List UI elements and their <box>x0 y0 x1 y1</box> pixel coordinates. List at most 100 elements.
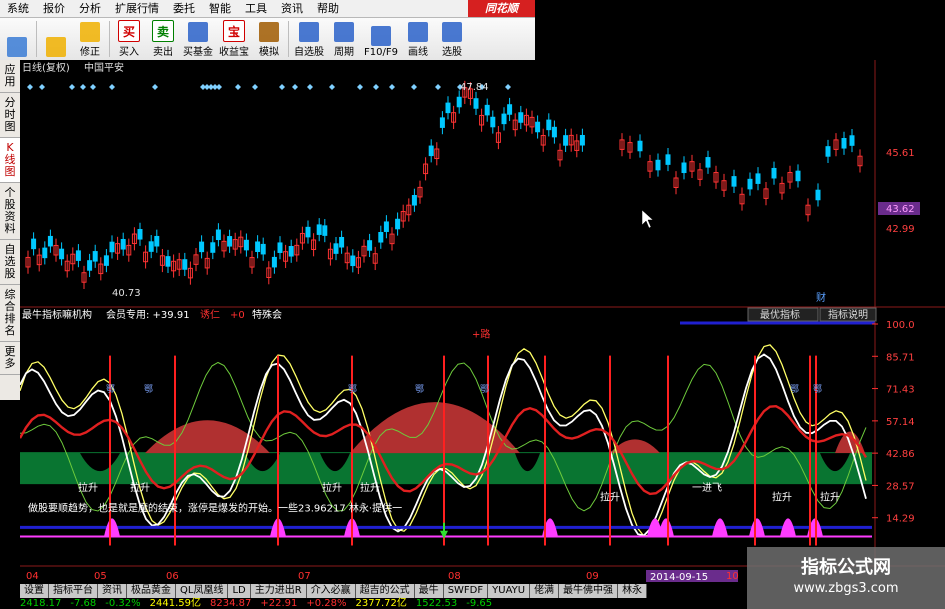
indicator-tag: 鄂 <box>813 384 822 395</box>
toolbar-button-1[interactable] <box>39 18 73 60</box>
quote-value: 2441.59亿 <box>149 598 201 609</box>
candle-body <box>507 104 513 115</box>
bottom-tabs: 设置 指标平台 资讯 极品黄金 QL凤凰线 LD 主力进出R 介入必赢 超吉的公式 最牛 SWFDF… <box>20 584 648 598</box>
toolbar-separator <box>288 21 289 57</box>
candle-body <box>47 235 53 247</box>
up-down-arrow-icon <box>80 22 100 42</box>
bottom-tab-2[interactable]: 资讯 <box>98 584 127 598</box>
side-tab-2[interactable]: K线图 <box>0 138 20 183</box>
indicator-axis-label: 85.71 <box>886 352 915 363</box>
toolbar-button-7[interactable]: 模拟 <box>252 18 286 60</box>
candle-body <box>546 119 552 131</box>
candle-body <box>255 241 261 253</box>
menu-item-7[interactable]: 资讯 <box>274 0 310 17</box>
menu-item-3[interactable]: 扩展行情 <box>108 0 166 17</box>
toolbar-button-9[interactable]: 周期 <box>327 18 361 60</box>
candle-body <box>518 112 524 123</box>
f10-icon <box>370 26 391 46</box>
bottom-tab-8[interactable]: 超吉的公式 <box>355 584 415 598</box>
bottom-tab-10[interactable]: SWFDF <box>443 584 489 598</box>
treasure-icon: 宝 <box>223 20 245 42</box>
toolbar-button-8[interactable]: 自选股 <box>291 18 327 60</box>
toolbar-button-0[interactable] <box>0 18 34 60</box>
quote-value: +22.91 <box>260 598 298 609</box>
candle-body <box>31 238 37 250</box>
side-tab-0[interactable]: 应用 <box>0 60 20 93</box>
bottom-tab-1[interactable]: 指标平台 <box>49 584 98 598</box>
menu-item-0[interactable]: 系统 <box>0 0 36 17</box>
bottom-tab-7[interactable]: 介入必赢 <box>306 584 356 598</box>
bottom-tab-12[interactable]: 佬满 <box>530 584 560 598</box>
bottom-tab-0[interactable]: 设置 <box>20 584 49 598</box>
menu-item-5[interactable]: 智能 <box>202 0 238 17</box>
candle-body <box>681 162 687 174</box>
sell-icon: 卖 <box>152 20 174 42</box>
toolbar-button-3[interactable]: 买买入 <box>112 18 146 60</box>
toolbar-button-4[interactable]: 卖卖出 <box>146 18 180 60</box>
indicator-axis-label: 14.29 <box>886 514 915 525</box>
indicator-lift-label: 一进飞 <box>692 482 722 494</box>
menu-item-2[interactable]: 分析 <box>72 0 108 17</box>
side-tab-char: 多 <box>4 357 16 370</box>
candle-body <box>227 236 233 247</box>
candle-body <box>271 256 277 268</box>
candle-body <box>771 167 777 179</box>
candle-body <box>243 239 249 251</box>
month-label: 07 <box>298 571 311 582</box>
toolbar-button-label: 模拟 <box>259 47 279 58</box>
menu-item-4[interactable]: 委托 <box>166 0 202 17</box>
bottom-tab-14[interactable]: 林永 <box>618 584 648 598</box>
side-tab-5[interactable]: 综合排名 <box>0 285 20 342</box>
side-tab-6[interactable]: 更多 <box>0 342 20 375</box>
menu-item-8[interactable]: 帮助 <box>310 0 346 17</box>
bottom-tab-11[interactable]: YUAYU <box>488 584 531 598</box>
bottom-tab-3[interactable]: 极品黄金 <box>127 584 176 598</box>
side-tab-1[interactable]: 分时图 <box>0 93 20 138</box>
toolbar-button-12[interactable]: 选股 <box>435 18 469 60</box>
candle-body <box>563 135 569 146</box>
bottom-tab-9[interactable]: 最牛 <box>414 584 444 598</box>
back-arrow-icon <box>46 37 66 57</box>
candle-body <box>137 229 143 240</box>
side-tab-4[interactable]: 自选股 <box>0 240 20 285</box>
toolbar-button-2[interactable]: 修正 <box>73 18 107 60</box>
bottom-tab-4[interactable]: QL凤凰线 <box>176 584 229 598</box>
side-tab-3[interactable]: 个股资料 <box>0 183 20 240</box>
price-axis-label-3: 42.99 <box>886 224 915 235</box>
toolbar-button-5[interactable]: 买基金 <box>180 18 216 60</box>
candle-body <box>316 224 322 235</box>
side-tab-char: 用 <box>4 75 16 88</box>
toolbar: 修正 买买入卖卖出 买基金宝收益宝 模拟 自选股 周期 F10/F9 画线 选股 <box>0 18 535 61</box>
toolbar-button-11[interactable]: 画线 <box>401 18 435 60</box>
candle-body <box>551 126 557 138</box>
buy-icon: 买 <box>118 20 140 42</box>
chart-area[interactable]: 日线(复权) 中国平安 47.84 40.73 财 45.61 43.62 42… <box>20 60 945 584</box>
quote-value: -7.68 <box>70 598 97 609</box>
finance-marker: 财 <box>816 291 826 304</box>
quote-value: -0.32% <box>105 598 141 609</box>
price-axis-label-1: 45.61 <box>886 148 915 159</box>
indicator-tag: 鄂 <box>480 384 489 395</box>
toolbar-separator <box>109 21 110 57</box>
toolbar-button-6[interactable]: 宝收益宝 <box>216 18 252 60</box>
toolbar-button-10[interactable]: F10/F9 <box>361 18 401 60</box>
indicator-note: 做股要顺趋势，也是就是魔的结束，涨停是爆发的开始。一些23.96217 林永·提… <box>28 502 402 515</box>
bottom-tab-6[interactable]: 主力进出R <box>250 584 307 598</box>
bottom-tab-5[interactable]: LD <box>228 584 251 598</box>
toolbar-button-label: 修正 <box>80 47 100 58</box>
menu-item-6[interactable]: 工具 <box>238 0 274 17</box>
toolbar-button-label: 收益宝 <box>219 47 249 58</box>
quote-value: 8234.87 <box>209 598 252 609</box>
menu-item-1[interactable]: 报价 <box>36 0 72 17</box>
toolbar-button-label: 自选股 <box>294 47 324 58</box>
candle-body <box>59 248 65 260</box>
bottom-tab-13[interactable]: 最牛佛中强 <box>559 584 619 598</box>
candle-body <box>655 159 661 171</box>
month-label: 06 <box>166 571 179 582</box>
candle-body <box>103 255 109 266</box>
best-indicator-label: 最优指标 <box>760 308 800 321</box>
date-tip-label: 2014-09-15 <box>650 572 708 583</box>
side-tab-char: 图 <box>4 120 16 133</box>
candle-body <box>755 173 761 184</box>
indicator-tag: 鄂 <box>790 384 799 395</box>
